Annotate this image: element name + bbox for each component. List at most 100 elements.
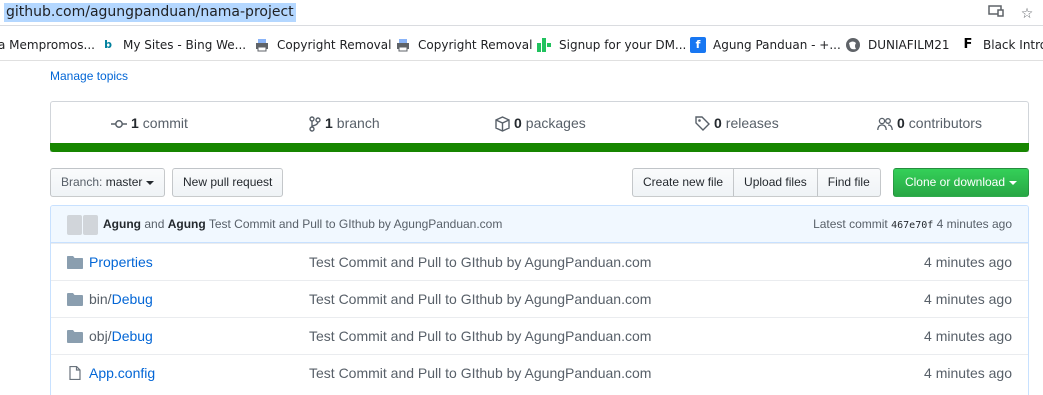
path-name[interactable]: Debug <box>112 328 153 344</box>
bookmark-label: a Mempromos... <box>0 38 95 52</box>
bing-icon: b <box>104 38 112 51</box>
path-name[interactable]: Properties <box>89 254 153 270</box>
file-name-link[interactable]: Properties <box>89 254 153 270</box>
packages-label: packages <box>525 115 586 131</box>
commit-author[interactable]: Agung <box>103 217 141 231</box>
printer-icon <box>395 37 411 53</box>
latest-commit-bar: Agung and Agung Test Commit and Pull to … <box>51 206 1028 243</box>
file-name-link[interactable]: App.config <box>89 365 155 381</box>
path-name[interactable]: App.config <box>89 365 155 381</box>
path-prefix[interactable]: obj/ <box>89 328 112 344</box>
bookmark-item[interactable]: f Agung Panduan - +... <box>690 36 841 54</box>
branches-count: 1 <box>325 115 333 131</box>
file-commit-message[interactable]: Test Commit and Pull to GIthub by AgungP… <box>309 365 651 381</box>
packages-count: 0 <box>514 115 522 131</box>
branch-icon <box>309 115 321 132</box>
bookmark-label: Black Intro <box>983 38 1043 52</box>
url-text[interactable]: github.com/agungpanduan/nama-project <box>4 3 296 22</box>
caret-down-icon <box>1009 180 1018 185</box>
releases-label: releases <box>725 115 779 131</box>
bookmark-item[interactable]: Signup for your DM... <box>536 36 686 54</box>
commit-time: 4 minutes ago <box>936 217 1012 231</box>
file-commit-message[interactable]: Test Commit and Pull to GIthub by AgungP… <box>309 328 651 344</box>
path-prefix[interactable]: bin/ <box>89 291 112 307</box>
bookmark-item[interactable]: b My Sites - Bing We... <box>100 36 246 54</box>
branch-select-button[interactable]: Branch: master <box>50 168 166 197</box>
branch-prefix: Branch: <box>61 175 103 189</box>
folder-icon <box>67 330 83 343</box>
bookmark-item[interactable]: DUNIAFILM21 <box>845 36 950 54</box>
create-new-file-button[interactable]: Create new file <box>632 168 735 197</box>
folder-icon <box>67 256 83 269</box>
bookmark-item[interactable]: F Black Intro <box>960 36 1043 54</box>
latest-commit-info: Latest commit 467e70f 4 minutes ago <box>813 217 1012 231</box>
language-bar[interactable] <box>50 143 1029 152</box>
new-pull-request-button[interactable]: New pull request <box>172 168 284 197</box>
tag-icon <box>695 116 710 131</box>
table-row: obj/Debug Test Commit and Pull to GIthub… <box>51 317 1028 354</box>
releases-link[interactable]: 0 releases <box>695 102 779 145</box>
file-commit-message[interactable]: Test Commit and Pull to GIthub by AgungP… <box>309 254 651 270</box>
flag-icon: F <box>963 37 973 52</box>
facebook-icon: f <box>690 37 706 53</box>
file-age: 4 minutes ago <box>924 291 1012 307</box>
signup-icon <box>536 37 552 53</box>
manage-topics-link[interactable]: Manage topics <box>50 69 128 83</box>
bookmark-label: My Sites - Bing We... <box>123 38 247 52</box>
commits-link[interactable]: 1 commit <box>111 102 188 145</box>
commit-icon <box>111 119 127 128</box>
package-icon <box>495 115 510 132</box>
contributors-label: contributors <box>908 115 982 131</box>
path-name[interactable]: Debug <box>112 291 153 307</box>
clone-or-download-button[interactable]: Clone or download <box>893 168 1029 197</box>
cast-icon[interactable] <box>987 4 1005 22</box>
bookmark-label: Copyright Removal <box>277 38 392 52</box>
file-icon <box>69 366 81 380</box>
bookmark-label: Copyright Removal <box>418 38 533 52</box>
commits-label: commit <box>142 115 188 131</box>
file-table: Agung and Agung Test Commit and Pull to … <box>50 205 1029 395</box>
commit-message[interactable]: Test Commit and Pull to GIthub by AgungP… <box>209 217 503 231</box>
star-icon[interactable]: ☆ <box>1018 4 1036 22</box>
caret-down-icon <box>146 180 155 185</box>
avatar[interactable] <box>67 215 98 235</box>
folder-icon <box>67 293 83 306</box>
commit-sha[interactable]: 467e70f <box>891 220 933 231</box>
file-age: 4 minutes ago <box>924 365 1012 381</box>
clone-or-download-label: Clone or download <box>904 175 1006 189</box>
repo-summary: 1 commit 1 branch 0 packages 0 releases … <box>50 101 1029 152</box>
branch-name: master <box>105 175 143 189</box>
bookmark-item[interactable]: Copyright Removal <box>254 36 391 54</box>
branches-link[interactable]: 1 branch <box>309 102 380 145</box>
table-row: Properties Test Commit and Pull to GIthu… <box>51 243 1028 280</box>
latest-commit-prefix: Latest commit <box>813 217 888 231</box>
bookmark-label: Agung Panduan - +... <box>713 38 841 52</box>
upload-files-button[interactable]: Upload files <box>733 168 818 197</box>
commits-count: 1 <box>131 115 139 131</box>
file-age: 4 minutes ago <box>924 254 1012 270</box>
address-bar[interactable]: github.com/agungpanduan/nama-project ☆ <box>0 0 1043 26</box>
bookmarks-bar: a Mempromos... b My Sites - Bing We... C… <box>0 27 1043 61</box>
bookmark-item[interactable]: Copyright Removal <box>395 36 532 54</box>
printer-icon <box>254 37 270 53</box>
commit-summary: Agung and Agung Test Commit and Pull to … <box>103 217 502 231</box>
bookmark-label: Signup for your DM... <box>559 38 687 52</box>
find-file-button[interactable]: Find file <box>816 168 881 197</box>
bookmark-item[interactable]: a Mempromos... <box>0 36 95 54</box>
releases-count: 0 <box>714 115 722 131</box>
file-commit-message[interactable]: Test Commit and Pull to GIthub by AgungP… <box>309 291 651 307</box>
branches-label: branch <box>336 115 380 131</box>
file-name-link[interactable]: obj/Debug <box>89 328 153 344</box>
people-icon <box>877 117 893 130</box>
file-actions-group: Create new file Upload files Find file <box>632 168 881 197</box>
commit-and: and <box>144 217 165 231</box>
contributors-count: 0 <box>897 115 905 131</box>
contributors-link[interactable]: 0 contributors <box>877 102 982 145</box>
commit-committer[interactable]: Agung <box>168 217 206 231</box>
file-name-link[interactable]: bin/Debug <box>89 291 153 307</box>
globe-icon <box>845 37 861 53</box>
packages-link[interactable]: 0 packages <box>495 102 586 145</box>
table-row: bin/Debug Test Commit and Pull to GIthub… <box>51 280 1028 317</box>
bookmark-label: DUNIAFILM21 <box>868 38 950 52</box>
table-row: App.config Test Commit and Pull to GIthu… <box>51 354 1028 391</box>
